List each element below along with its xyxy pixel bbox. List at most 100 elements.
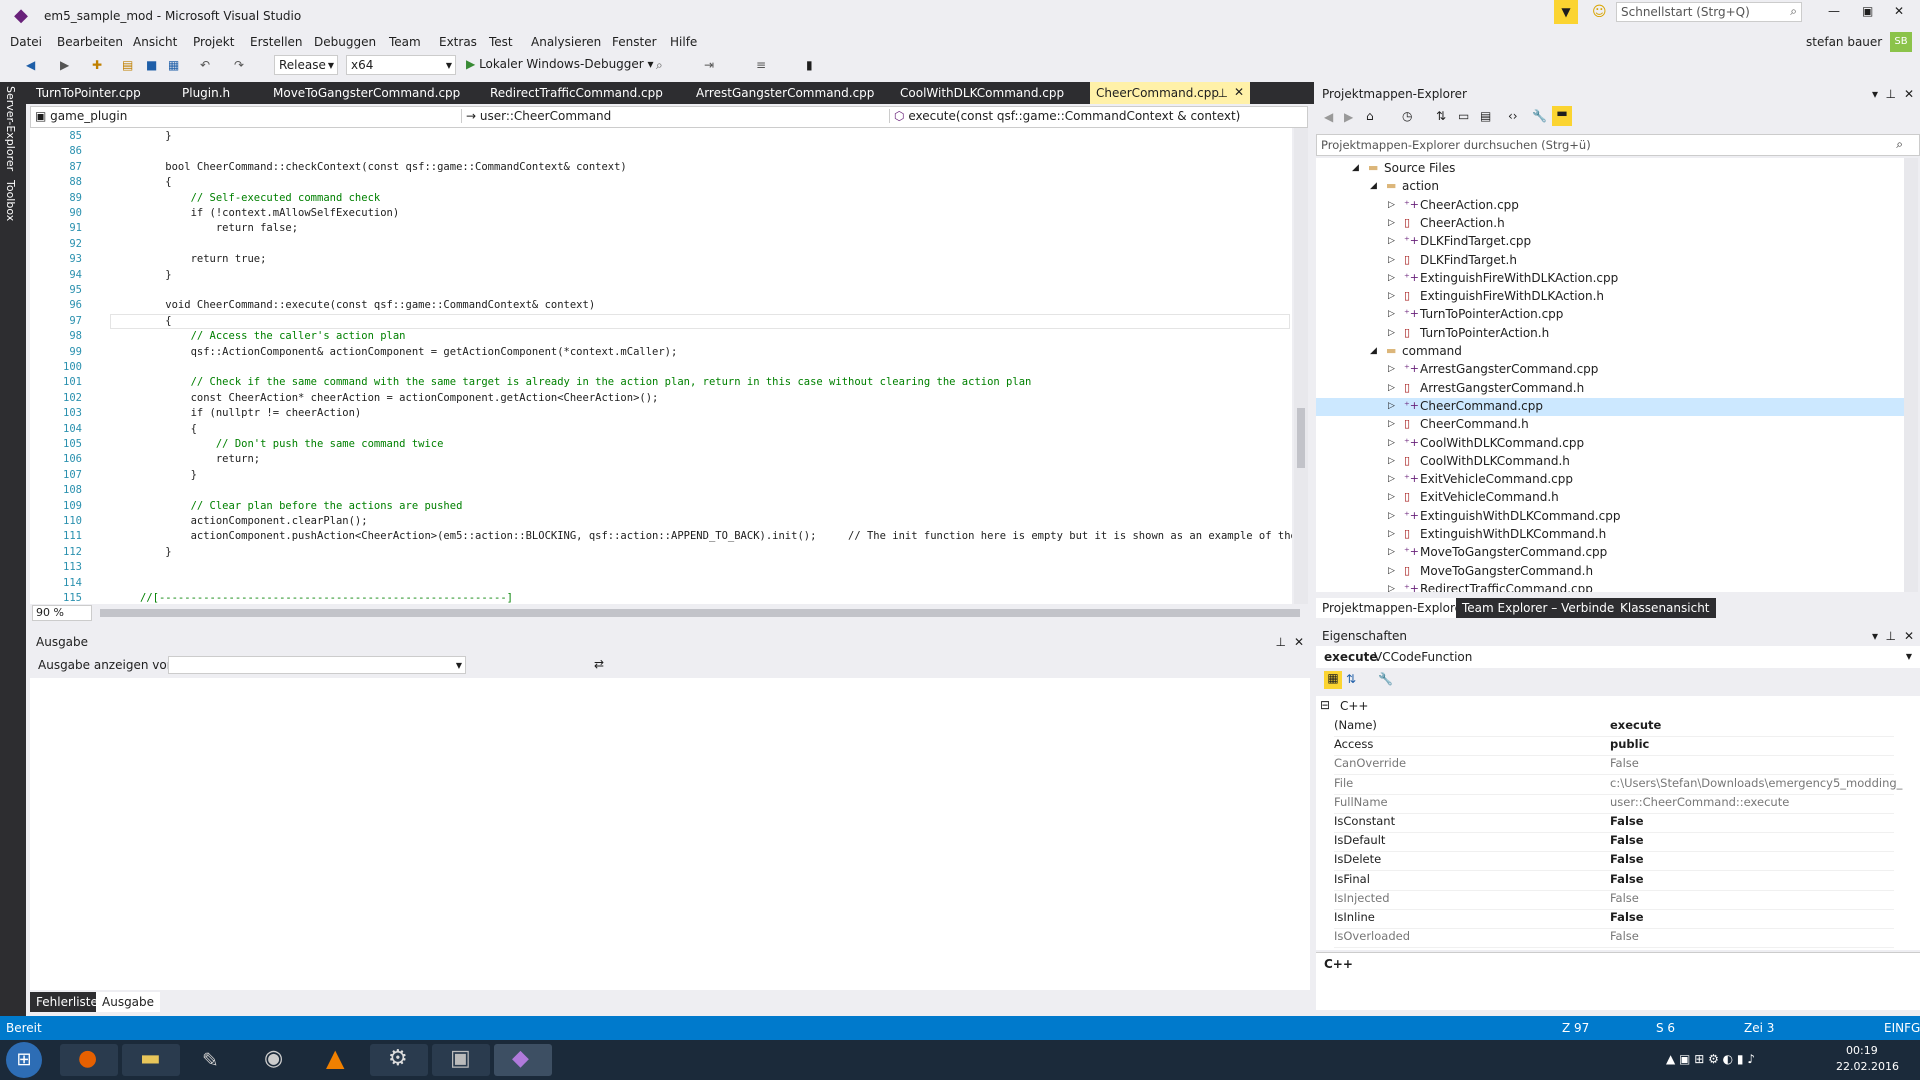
expanded-arrow-icon[interactable]: ◢ [1352,163,1359,173]
collapsed-arrow-icon[interactable]: ▷ [1388,566,1395,576]
tree-item[interactable]: ◢ ▬ command [1316,343,1906,361]
collapse-icon[interactable]: ⊟ [1320,698,1330,712]
code-line[interactable]: actionComponent.clearPlan(); [140,515,368,527]
code-line[interactable]: return false; [140,222,298,234]
categorized-icon[interactable]: ▦ [1324,671,1342,689]
firefox-icon[interactable]: ● [60,1044,118,1076]
code-line[interactable]: return true; [140,253,267,265]
menu-tools[interactable]: Extras [439,35,477,49]
code-editor[interactable]: 85 } 86 87 bool CheerCommand::checkContext… [30,128,1292,604]
code-line[interactable]: { [140,176,171,188]
quick-launch-input[interactable]: Schnellstart (Strg+Q) ⌕ [1616,2,1802,22]
tab-arrestgangster[interactable]: ArrestGangsterCommand.cpp [696,86,874,100]
tree-item[interactable]: ▷ ⁺+ CoolWithDLKCommand.cpp [1316,435,1906,453]
collapsed-arrow-icon[interactable]: ▷ [1388,401,1395,411]
tab-cheercommand-active[interactable]: CheerCommand.cpp ⊥ ✕ [1090,82,1250,104]
visual-studio-taskbar-icon[interactable]: ◆ [494,1044,552,1076]
code-line[interactable]: actionComponent.pushAction<CheerAction>(… [140,530,1292,542]
tree-item[interactable]: ◢ ▬ action [1316,178,1906,196]
tree-item[interactable]: ▷ ▯ TurnToPointerAction.h [1316,325,1906,343]
tree-item[interactable]: ▷ ▯ ExtinguishWithDLKCommand.h [1316,526,1906,544]
tree-item[interactable]: ◢ ▬ Source Files [1316,160,1906,178]
solution-scrollbar[interactable] [1904,158,1918,592]
horizontal-scrollbar[interactable] [100,609,1300,617]
pin-icon[interactable]: ⊥ [1218,86,1228,100]
find-icon[interactable]: ⌕ [656,58,663,76]
menu-test[interactable]: Test [489,35,513,49]
collapsed-arrow-icon[interactable]: ▷ [1388,273,1395,283]
tab-redirecttraffic[interactable]: RedirectTrafficCommand.cpp [490,86,663,100]
tree-item[interactable]: ▷ ▯ CoolWithDLKCommand.h [1316,453,1906,471]
property-row[interactable]: IsDefault False [1334,833,1894,853]
output-content[interactable] [30,678,1310,990]
close-icon[interactable]: ✕ [1294,635,1304,649]
indent-icon[interactable]: ≡ [756,58,766,76]
code-view-icon[interactable]: ‹› [1508,109,1518,123]
property-row[interactable]: IsDelete False [1334,852,1894,872]
project-dropdown[interactable]: ▣ game_plugin [35,109,455,123]
collapsed-arrow-icon[interactable]: ▷ [1388,456,1395,466]
clock-time[interactable]: 00:19 [1846,1044,1878,1057]
code-line[interactable]: qsf::ActionComponent& actionComponent = … [140,346,678,358]
tree-item[interactable]: ▷ ⁺+ CheerCommand.cpp [1316,397,1906,416]
dropdown-icon[interactable]: ▾ [1872,87,1878,101]
code-line[interactable]: } [140,469,197,481]
open-file-icon[interactable]: ▤ [122,58,133,76]
property-row[interactable]: CanOverride False [1334,756,1894,776]
code-line[interactable]: const CheerAction* cheerAction = actionC… [140,392,659,404]
tab-plugin-h[interactable]: Plugin.h [182,86,230,100]
zoom-select[interactable]: 90 % [32,605,92,621]
menu-window[interactable]: Fenster [612,35,657,49]
code-line[interactable]: if (nullptr != cheerAction) [140,407,362,419]
collapse-all-icon[interactable]: ▭ [1458,109,1469,123]
code-line[interactable]: // Don't push the same command twice [140,438,444,450]
tree-item[interactable]: ▷ ▯ MoveToGangsterCommand.h [1316,563,1906,581]
user-name[interactable]: stefan bauer [1806,35,1882,49]
game-icon[interactable]: ▣ [432,1044,490,1076]
property-row[interactable]: (Name) execute [1334,718,1894,737]
configuration-select[interactable]: Release ▼ [274,55,338,75]
code-line[interactable]: { [140,423,197,435]
maximize-button[interactable]: ▣ [1862,4,1873,18]
close-icon[interactable]: ✕ [1904,87,1914,101]
tree-item[interactable]: ▷ ⁺+ RedirectTrafficCommand.cpp [1316,581,1906,592]
tab-error-list[interactable]: Fehlerliste [30,992,104,1012]
expanded-arrow-icon[interactable]: ◢ [1370,181,1377,191]
code-line[interactable]: // Clear plan before the actions are pus… [140,500,463,512]
tree-item[interactable]: ▷ ⁺+ MoveToGangsterCommand.cpp [1316,544,1906,562]
code-line[interactable]: void CheerCommand::execute(const qsf::ga… [140,299,595,311]
solution-tree[interactable]: ◢ ▬ Source Files ◢ ▬ action ▷ ⁺+ CheerAction.cpp… [1316,158,1906,592]
pin-icon[interactable]: ⊥ [1886,87,1896,101]
vlc-icon[interactable]: ▲ [308,1044,366,1076]
solution-search-input[interactable]: Projektmappen-Explorer durchsuchen (Strg… [1316,134,1920,156]
tab-output[interactable]: Ausgabe [96,992,161,1012]
collapsed-arrow-icon[interactable]: ▷ [1388,584,1395,592]
tree-item[interactable]: ▷ ⁺+ ExtinguishWithDLKCommand.cpp [1316,508,1906,526]
steam-icon[interactable]: ⚙ [370,1044,428,1076]
sync-icon[interactable]: ⇅ [1436,109,1446,123]
menu-view[interactable]: Ansicht [133,35,177,49]
property-row[interactable]: FullName user::CheerCommand::execute [1334,795,1894,814]
property-row[interactable]: IsInline False [1334,910,1894,929]
history-icon[interactable]: ◷ [1402,109,1412,123]
property-row[interactable]: IsConstant False [1334,814,1894,833]
undo-icon[interactable]: ↶ [200,58,210,76]
back-icon[interactable]: ◀ [1324,110,1333,124]
code-line[interactable]: } [140,130,171,142]
menu-build[interactable]: Erstellen [250,35,303,49]
tab-movetogangster[interactable]: MoveToGangsterCommand.cpp [273,86,460,100]
platform-select[interactable]: x64 ▼ [346,55,456,75]
tab-class-view[interactable]: Klassenansicht [1614,598,1716,618]
code-line[interactable]: { [140,315,171,327]
menu-project[interactable]: Projekt [193,35,234,49]
collapsed-arrow-icon[interactable]: ▷ [1388,383,1395,393]
tab-coolwithdlk[interactable]: CoolWithDLKCommand.cpp [900,86,1064,100]
code-line[interactable]: return; [140,453,260,465]
step-icon[interactable]: ⇥ [704,58,714,76]
collapsed-arrow-icon[interactable]: ▷ [1388,328,1395,338]
expanded-arrow-icon[interactable]: ◢ [1370,346,1377,356]
tree-item[interactable]: ▷ ⁺+ CheerAction.cpp [1316,197,1906,215]
redo-icon[interactable]: ↷ [234,58,244,76]
bookmark-icon[interactable]: ▮ [806,58,813,76]
start-debugging-button[interactable]: ▶ Lokaler Windows-Debugger ▾ [466,57,654,71]
